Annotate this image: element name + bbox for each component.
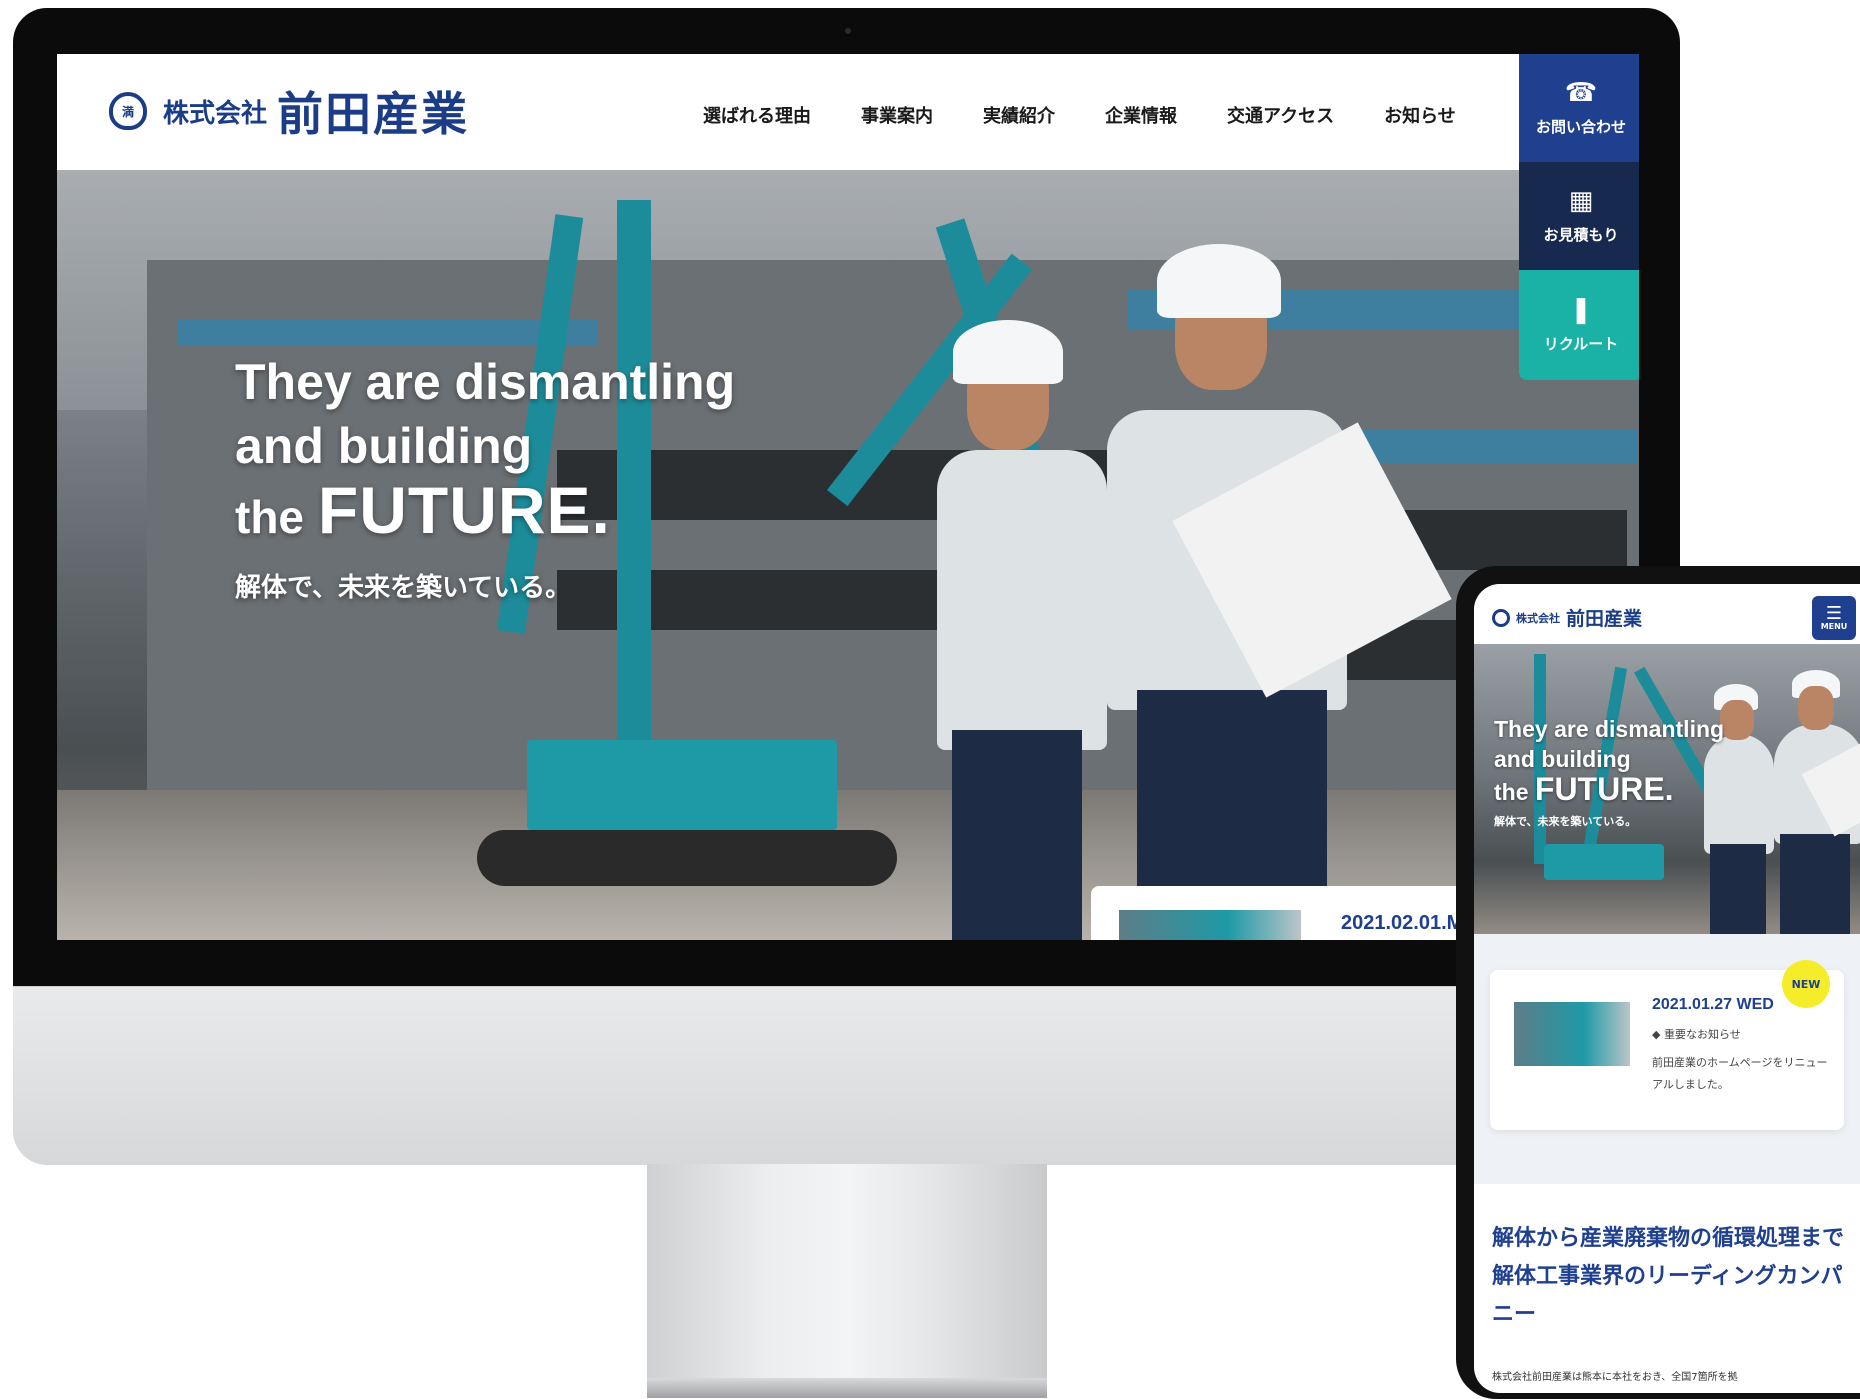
news-date: 2021.02.01.M [1341, 912, 1464, 934]
nav-news[interactable]: お知らせ [1384, 102, 1456, 128]
main-nav: 選ばれる理由 事業案内 実績紹介 企業情報 交通アクセス お知らせ [703, 102, 1506, 128]
mobile-header: 株式会社 前田産業 ☰ MENU [1474, 584, 1860, 644]
monitor-bezel: 満 株式会社 前田産業 選ばれる理由 事業案内 実績紹介 企業情報 交通アクセス… [13, 8, 1680, 986]
logo-name: 前田産業 [277, 87, 470, 141]
contact-button[interactable]: ☎ お問い合わせ [1519, 54, 1639, 162]
mobile-logo[interactable]: 株式会社 前田産業 [1492, 604, 1642, 631]
hero-line-1: They are dismantling [235, 354, 736, 410]
news-category: ◆ 重要なお知らせ [1652, 1028, 1741, 1041]
news-date: 2021.01.27 WED [1652, 996, 1774, 1013]
logo-mark-icon [1492, 608, 1510, 627]
estimate-button[interactable]: ▦ お見積もり [1519, 162, 1639, 270]
mobile-menu-button[interactable]: ☰ MENU [1812, 596, 1856, 640]
news-text: 前田産業のホームページをリニューアルしました。 [1652, 1056, 1828, 1091]
mobile-news-card[interactable]: NEW 2021.01.27 WED ◆ 重要なお知らせ 前田産業のホームページ… [1490, 960, 1844, 1130]
hamburger-icon: ☰ [1825, 602, 1843, 624]
excavator-body [527, 740, 837, 830]
mobile-news-section: NEW 2021.01.27 WED ◆ 重要なお知らせ 前田産業のホームページ… [1474, 934, 1860, 1184]
nav-reasons[interactable]: 選ばれる理由 [703, 102, 811, 128]
camera-dot [845, 28, 851, 34]
desktop-device: 満 株式会社 前田産業 選ばれる理由 事業案内 実績紹介 企業情報 交通アクセス… [13, 8, 1680, 1398]
hero-subtitle: 解体で、未来を築いている。 [235, 573, 572, 603]
mobile-device: 株式会社 前田産業 ☰ MENU They are dismantling an… [1456, 566, 1860, 1399]
desktop-website: 満 株式会社 前田産業 選ばれる理由 事業案内 実績紹介 企業情報 交通アクセス… [57, 54, 1639, 940]
company-logo[interactable]: 満 株式会社 前田産業 [109, 78, 469, 144]
monitor-chin [13, 986, 1680, 1165]
tag-icon: ◆ [1652, 1028, 1661, 1041]
hero-line-2: and building [235, 418, 533, 474]
phone-icon: ☎ [1564, 77, 1598, 108]
news-card[interactable]: 2021.02.01.M [1091, 886, 1511, 940]
mobile-section-heading: 解体から産業廃棄物の循環処理まで解体工事業界のリーディングカンパニー [1492, 1226, 1845, 1327]
logo-prefix: 株式会社 [163, 98, 268, 129]
excavator-tracks [477, 830, 897, 886]
mobile-website: 株式会社 前田産業 ☰ MENU They are dismantling an… [1474, 584, 1860, 1393]
hero-section: They are dismantling and building the FU… [57, 170, 1639, 940]
nav-company[interactable]: 企業情報 [1105, 102, 1177, 128]
recruit-button[interactable]: ❚ リクルート [1519, 270, 1639, 380]
site-header: 満 株式会社 前田産業 選ばれる理由 事業案内 実績紹介 企業情報 交通アクセス… [57, 54, 1639, 170]
nav-works[interactable]: 実績紹介 [983, 102, 1055, 128]
news-thumbnail [1514, 1002, 1630, 1066]
mobile-hero-copy: They are dismantling and building the FU… [1494, 716, 1725, 828]
nav-access[interactable]: 交通アクセス [1227, 102, 1334, 128]
mobile-body-text: 株式会社前田産業は熊本に本社をおき、全国7箇所を拠 [1492, 1372, 1738, 1383]
hero-line-3: the FUTURE. [235, 473, 611, 547]
logo-mark-icon: 満 [109, 92, 147, 130]
new-badge: NEW [1782, 960, 1830, 1008]
building-stripe [177, 320, 597, 346]
calculator-icon: ▦ [1568, 185, 1594, 216]
news-thumbnail [1119, 910, 1301, 940]
nav-services[interactable]: 事業案内 [861, 102, 933, 128]
mobile-hero: They are dismantling and building the FU… [1474, 644, 1860, 934]
monitor-stand [647, 1164, 1047, 1398]
monitor-stand-foot [647, 1378, 1047, 1398]
side-cta: ☎ お問い合わせ ▦ お見積もり ❚ リクルート [1519, 54, 1639, 380]
hero-copy: They are dismantling and building the FU… [235, 350, 735, 604]
person-icon: ❚ [1570, 294, 1592, 325]
